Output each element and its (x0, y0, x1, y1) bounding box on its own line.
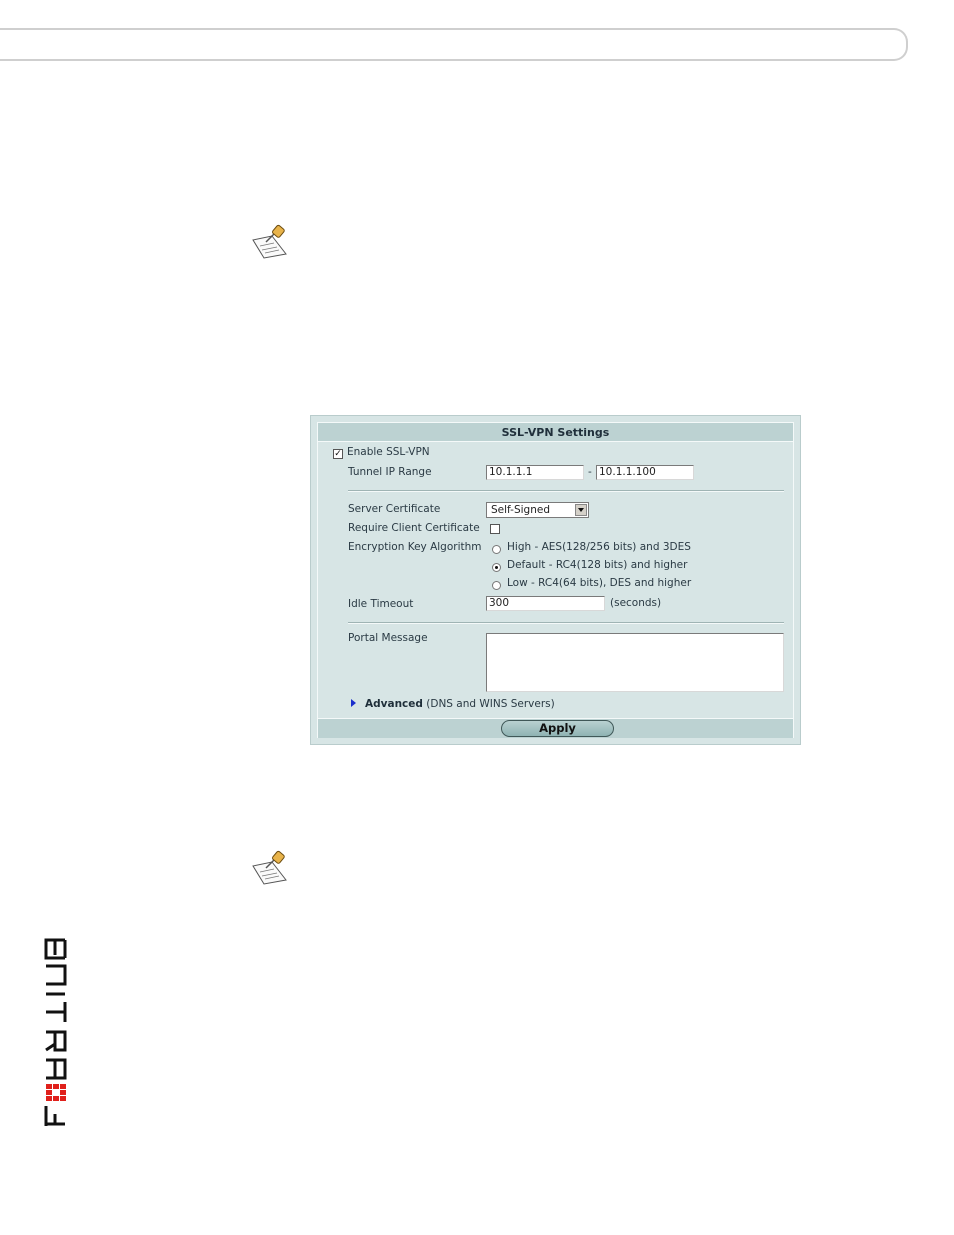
tunnel-ip-range-label: Tunnel IP Range (348, 466, 432, 478)
panel-title: SSL-VPN Settings (318, 423, 793, 442)
idle-timeout-unit: (seconds) (610, 597, 662, 609)
encryption-high-label: High - AES(128/256 bits) and 3DES (507, 541, 691, 553)
tunnel-ip-end-input[interactable]: 10.1.1.100 (596, 465, 694, 480)
apply-button[interactable]: Apply (501, 720, 614, 737)
advanced-label[interactable]: Advanced (365, 698, 423, 710)
portal-message-textarea[interactable] (486, 633, 784, 692)
chevron-down-icon[interactable] (575, 504, 587, 516)
ssl-vpn-settings-panel: SSL-VPN Settings ✓ Enable SSL-VPN Tunnel… (310, 415, 801, 745)
divider (348, 490, 784, 492)
note-icon (252, 850, 287, 885)
idle-timeout-input[interactable]: 300 (486, 596, 605, 611)
advanced-toggle[interactable]: Advanced (DNS and WINS Servers) (365, 698, 555, 710)
advanced-detail: (DNS and WINS Servers) (426, 698, 555, 710)
encryption-default-radio[interactable] (492, 563, 501, 572)
enable-ssl-vpn-checkbox[interactable]: ✓ (333, 449, 343, 459)
panel-footer: Apply (318, 718, 793, 738)
server-certificate-select[interactable]: Self-Signed (486, 502, 589, 518)
expand-arrow-icon[interactable] (351, 699, 356, 707)
encryption-key-algorithm-label: Encryption Key Algorithm (348, 541, 482, 553)
encryption-low-radio[interactable] (492, 581, 501, 590)
require-client-certificate-checkbox[interactable] (490, 524, 500, 534)
header-bar (0, 28, 908, 61)
require-client-certificate-label: Require Client Certificate (348, 522, 480, 534)
encryption-high-radio[interactable] (492, 545, 501, 554)
encryption-low-label: Low - RC4(64 bits), DES and higher (507, 577, 692, 589)
divider (348, 622, 784, 624)
tunnel-ip-start-input[interactable]: 10.1.1.1 (486, 465, 584, 480)
encryption-default-label: Default - RC4(128 bits) and higher (507, 559, 688, 571)
tunnel-ip-separator: - (588, 466, 592, 478)
server-certificate-label: Server Certificate (348, 503, 441, 515)
note-icon (252, 224, 287, 259)
fortinet-logo (44, 938, 67, 1126)
server-certificate-value: Self-Signed (491, 504, 550, 516)
portal-message-label: Portal Message (348, 632, 428, 644)
enable-ssl-vpn-label: Enable SSL-VPN (347, 446, 430, 458)
idle-timeout-label: Idle Timeout (348, 598, 414, 610)
